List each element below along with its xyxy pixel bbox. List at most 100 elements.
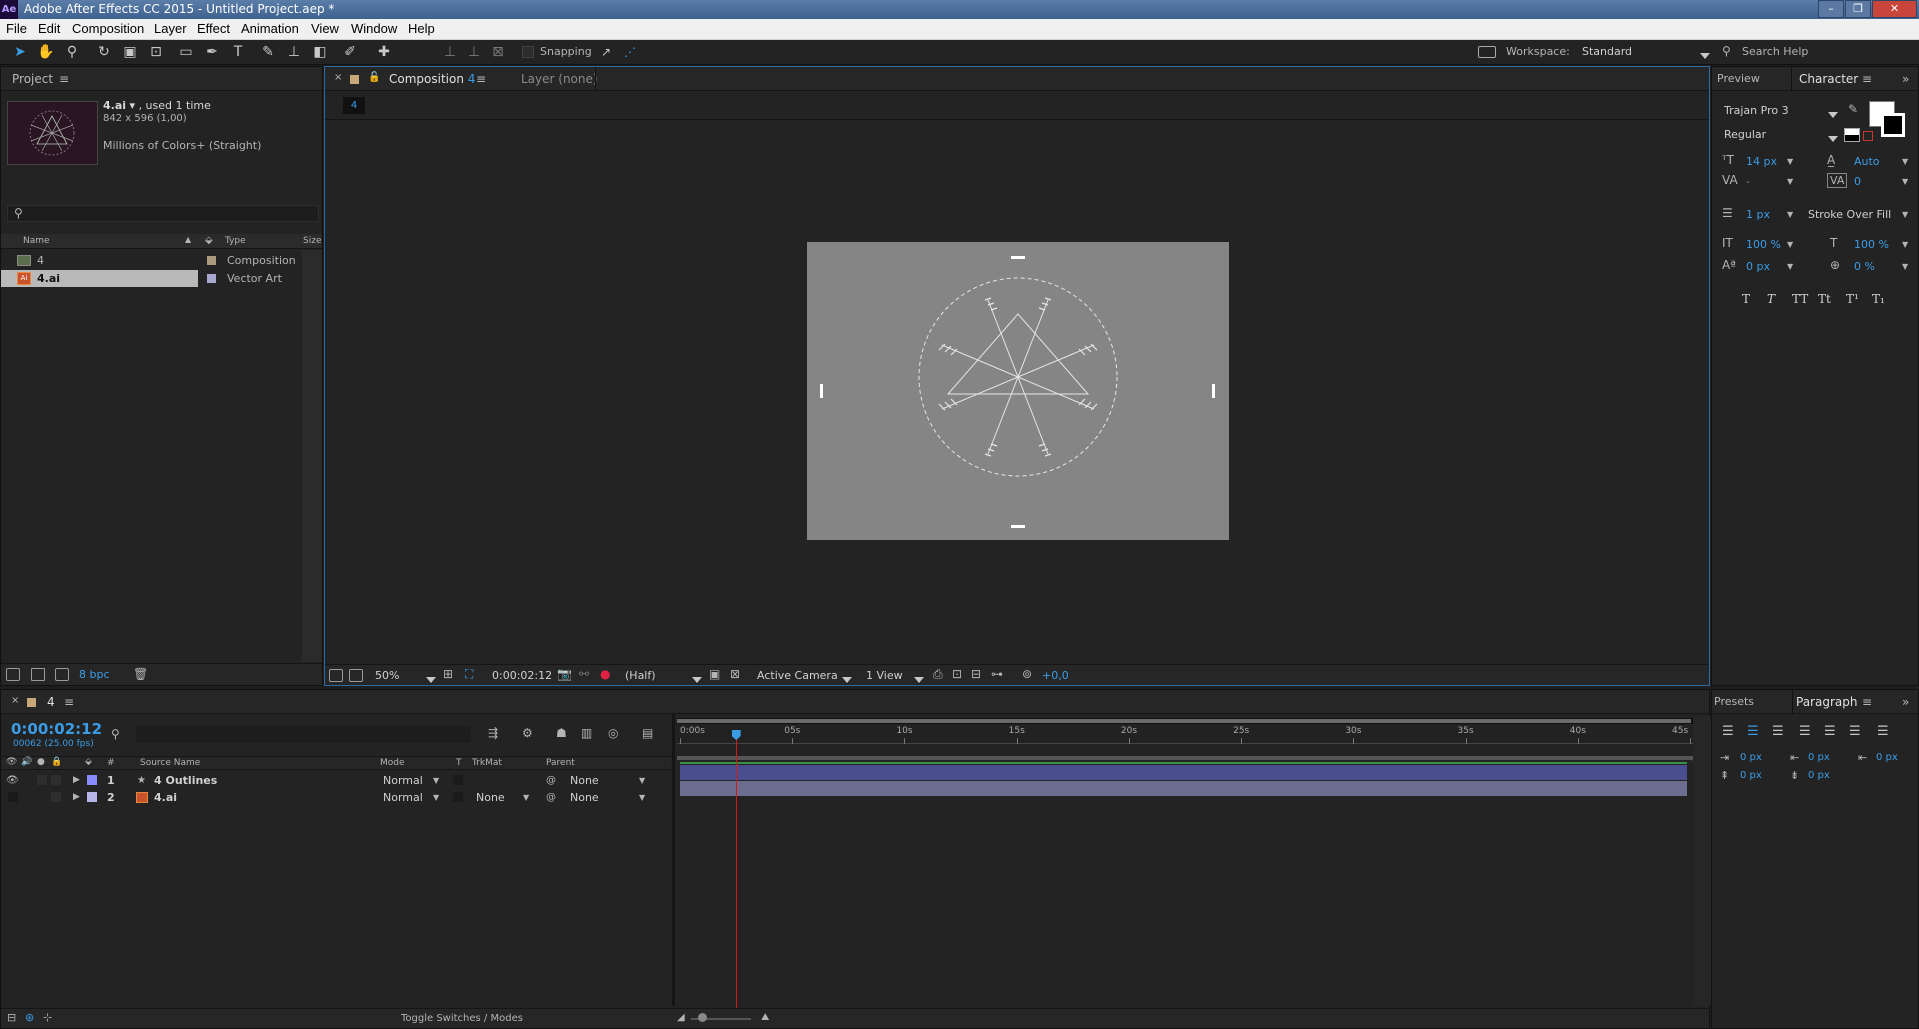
- search-help-input[interactable]: Search Help: [1742, 45, 1808, 58]
- transfer-controls-icon[interactable]: ⊛: [25, 1011, 34, 1024]
- font-size-input[interactable]: 14 px: [1746, 155, 1777, 168]
- parent-pickwhip-icon[interactable]: @: [546, 772, 556, 789]
- indent-left-input[interactable]: 0 px: [1740, 752, 1762, 763]
- new-composition-icon[interactable]: [55, 668, 69, 681]
- font-chevron-down-icon[interactable]: [1828, 108, 1838, 121]
- timeline-timecode[interactable]: 0:00:02:12: [11, 720, 102, 738]
- always-preview-icon[interactable]: [329, 669, 343, 682]
- eraser-tool-icon[interactable]: ◧: [310, 43, 330, 62]
- camera-view-select[interactable]: Active Camera: [757, 669, 838, 682]
- breadcrumb[interactable]: 4: [343, 97, 365, 114]
- layer-name[interactable]: 4 Outlines: [154, 772, 217, 789]
- tracking-input[interactable]: 0: [1854, 175, 1861, 188]
- subscript-button[interactable]: T₁: [1872, 292, 1885, 306]
- faux-italic-button[interactable]: T: [1767, 292, 1775, 306]
- menu-window[interactable]: Window: [351, 21, 397, 36]
- label-tag-icon[interactable]: ⬙: [205, 235, 213, 246]
- kerning-input[interactable]: -: [1746, 175, 1750, 188]
- align-right-icon[interactable]: ☰: [1772, 724, 1784, 739]
- baseline-chevron-down-icon[interactable]: ▼: [1787, 262, 1793, 271]
- all-caps-button[interactable]: TT: [1792, 292, 1808, 306]
- close-button[interactable]: ✕: [1872, 0, 1917, 18]
- maximize-button[interactable]: ❐: [1845, 0, 1871, 18]
- draft-3d-icon[interactable]: ⚙: [522, 726, 533, 740]
- resolution-select[interactable]: (Half): [625, 669, 656, 682]
- workspace-chevron-down-icon[interactable]: [1700, 49, 1710, 62]
- project-scrollbar[interactable]: [302, 250, 322, 662]
- menu-layer[interactable]: Layer: [154, 21, 187, 36]
- superscript-button[interactable]: T¹: [1846, 292, 1859, 306]
- project-search-input[interactable]: ⚲: [7, 205, 319, 222]
- baseline-shift-input[interactable]: 0 px: [1746, 260, 1770, 273]
- tracking-chevron-down-icon[interactable]: ▼: [1902, 177, 1908, 186]
- layer-parent-select[interactable]: None: [570, 772, 599, 789]
- menu-animation[interactable]: Animation: [241, 21, 299, 36]
- lock-toggle[interactable]: [51, 792, 61, 802]
- video-switch-icon[interactable]: 👁: [6, 757, 17, 767]
- project-item-row[interactable]: Ai 4.ai Vector Art: [1, 270, 321, 287]
- transparency-grid-icon[interactable]: ⊠: [730, 667, 740, 681]
- channels-icon[interactable]: ●: [600, 667, 610, 681]
- panel-menu-icon[interactable]: ≡: [59, 72, 69, 86]
- region-of-interest-icon[interactable]: ▣: [709, 667, 720, 681]
- project-item-row[interactable]: 4 Composition ⊶: [1, 252, 321, 269]
- label-color-swatch[interactable]: [207, 274, 216, 283]
- horizontal-scale-input[interactable]: 100 %: [1854, 238, 1889, 251]
- parent-chevron-down-icon[interactable]: ▼: [639, 789, 645, 806]
- new-folder-icon[interactable]: [31, 668, 45, 681]
- timeline-search-input[interactable]: [136, 726, 471, 743]
- vertical-scale-input[interactable]: 100 %: [1746, 238, 1781, 251]
- menu-effect[interactable]: Effect: [197, 21, 230, 36]
- navigator-range-bar[interactable]: [677, 719, 1691, 723]
- zoom-out-icon[interactable]: ◢: [677, 1012, 685, 1023]
- zoom-in-icon[interactable]: ⛰: [761, 1012, 769, 1023]
- snapshot-icon[interactable]: 📷: [557, 667, 572, 681]
- indent-right-input[interactable]: 0 px: [1876, 752, 1898, 763]
- view-layout-select[interactable]: 1 View: [866, 669, 903, 682]
- composition-mini-flowchart-icon[interactable]: ⇶: [488, 726, 498, 740]
- snapping-checkbox[interactable]: [522, 46, 534, 58]
- pen-tool-icon[interactable]: ✒: [202, 43, 222, 62]
- eyedropper-icon[interactable]: ✎: [1848, 102, 1858, 116]
- timeline-icon[interactable]: ⊟: [971, 667, 981, 681]
- font-family-select[interactable]: Trajan Pro 3: [1724, 104, 1789, 117]
- zoom-tool-icon[interactable]: ⚲: [62, 43, 82, 62]
- trash-icon[interactable]: 🗑: [133, 667, 148, 681]
- column-size[interactable]: Size: [303, 236, 321, 246]
- layer-row[interactable]: ▶ 2 4.ai Normal ▼ None ▼ @ None ▼: [1, 789, 671, 806]
- type-tool-icon[interactable]: T: [228, 43, 248, 62]
- tab-character[interactable]: Character: [1799, 72, 1858, 86]
- motion-blur-icon[interactable]: ◎: [608, 726, 618, 740]
- shy-icon[interactable]: ☗: [556, 726, 567, 740]
- stroke-width-chevron-down-icon[interactable]: ▼: [1787, 210, 1793, 219]
- small-caps-button[interactable]: Tt: [1818, 292, 1831, 306]
- layer-duration-bar[interactable]: [680, 781, 1687, 796]
- reset-exposure-icon[interactable]: ⊚: [1022, 667, 1032, 681]
- leading-chevron-down-icon[interactable]: ▼: [1902, 157, 1908, 166]
- mask-visibility-icon[interactable]: ⛶: [465, 667, 473, 682]
- zoom-slider-knob[interactable]: [698, 1013, 707, 1022]
- rotate-tool-icon[interactable]: ↻: [94, 43, 114, 62]
- column-type[interactable]: Type: [225, 236, 246, 246]
- column-source-name[interactable]: Source Name: [140, 758, 200, 768]
- parent-pickwhip-icon[interactable]: @: [546, 789, 556, 806]
- zoom-select[interactable]: 50%: [375, 669, 399, 682]
- justify-last-right-icon[interactable]: ☰: [1849, 724, 1861, 739]
- space-before-input[interactable]: 0 px: [1740, 770, 1762, 781]
- sort-ascending-icon[interactable]: ▲: [185, 235, 191, 244]
- stroke-width-input[interactable]: 1 px: [1746, 208, 1770, 221]
- expand-arrow-icon[interactable]: ▶: [73, 772, 80, 789]
- view-axis-icon[interactable]: ⊠: [488, 43, 508, 62]
- tab-project[interactable]: Project: [12, 72, 53, 86]
- preserve-transparency-toggle[interactable]: [453, 775, 463, 785]
- interpret-footage-icon[interactable]: [6, 668, 20, 681]
- show-snapshot-icon[interactable]: ⚯: [579, 667, 589, 681]
- layer-switches-icon[interactable]: ⊟: [7, 1011, 16, 1024]
- roto-brush-tool-icon[interactable]: ✐: [340, 43, 360, 62]
- space-after-input[interactable]: 0 px: [1808, 770, 1830, 781]
- solo-toggle[interactable]: [37, 775, 47, 785]
- flowchart-icon[interactable]: ⊶: [991, 667, 1003, 681]
- stroke-mode-chevron-down-icon[interactable]: ▼: [1902, 210, 1908, 219]
- layer-label-swatch[interactable]: [87, 792, 97, 802]
- tab-paragraph[interactable]: Paragraph: [1796, 695, 1857, 709]
